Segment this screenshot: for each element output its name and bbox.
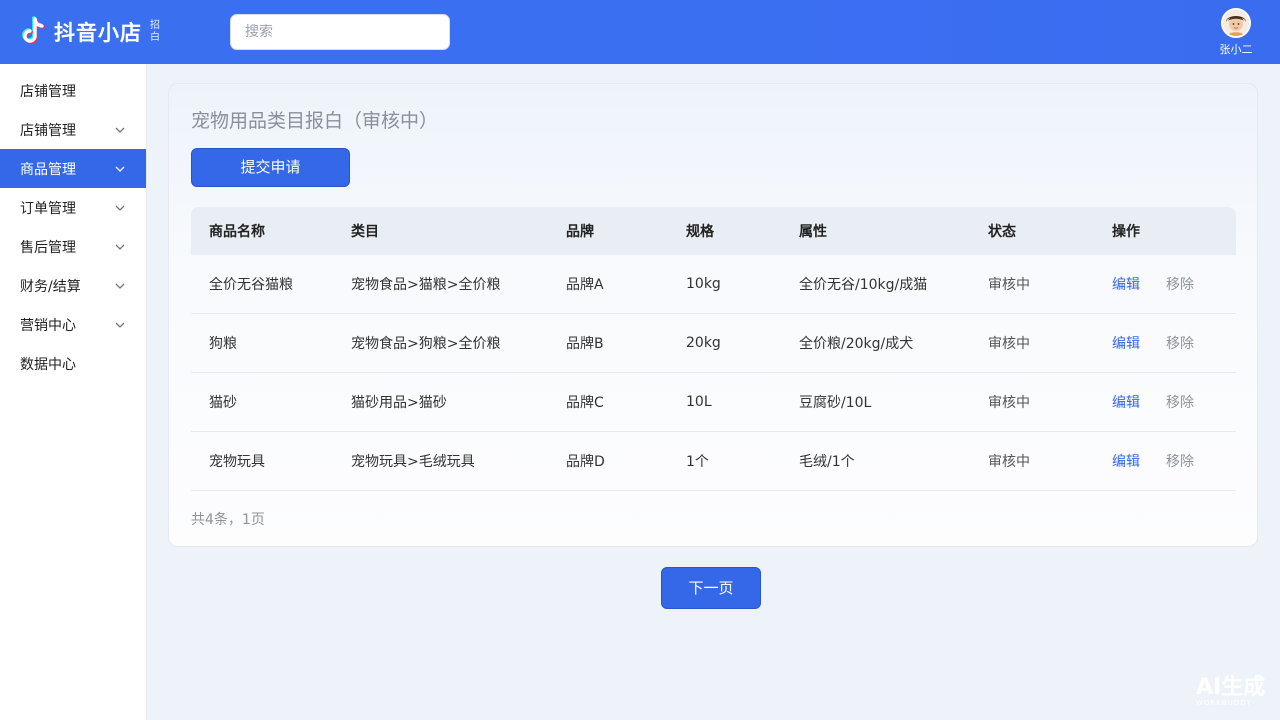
chevron-down-icon (114, 280, 126, 292)
table-row: 宠物玩具 宠物玩具>毛绒玩具 品牌D 1个 毛绒/1个 审核中 编辑 移除 (191, 432, 1236, 491)
sidebar-item-label: 数据中心 (20, 356, 76, 373)
pagination-summary: 共4条，1页 (191, 512, 265, 528)
chevron-down-icon (114, 202, 126, 214)
page-title: 宠物用品类目报白（审核中） (191, 110, 439, 132)
edit-link[interactable]: 编辑 (1112, 255, 1140, 313)
sidebar-item-label: 商品管理 (20, 161, 76, 178)
sidebar-item-label: 店铺管理 (20, 83, 76, 100)
remove-link[interactable]: 移除 (1166, 432, 1194, 490)
edit-link[interactable]: 编辑 (1112, 432, 1140, 490)
submit-application-button[interactable]: 提交申请 (191, 148, 350, 187)
app-subtitle: 招白 (150, 20, 160, 43)
column-header: 操作 (1112, 224, 1140, 240)
watermark-sub: WORKBUDDY (1196, 699, 1252, 707)
chevron-down-icon (114, 124, 126, 136)
watermark-main: AI生成 (1196, 675, 1266, 700)
product-category: 宠物玩具>毛绒玩具 (351, 454, 475, 470)
product-brand: 品牌A (566, 277, 604, 293)
status-badge: 审核中 (988, 336, 1030, 352)
sidebar: 店铺管理 店铺管理 商品管理 订单管理 售后管理 财务/结算 营销中心 数据中心 (0, 64, 147, 720)
edit-link[interactable]: 编辑 (1112, 373, 1140, 431)
remove-link[interactable]: 移除 (1166, 255, 1194, 313)
douyin-logo-icon (20, 16, 48, 48)
product-table: 商品名称 类目 品牌 规格 属性 状态 操作 全价无谷猫粮 宠物食品>猫粮>全价… (191, 207, 1236, 491)
product-spec: 10L (686, 394, 712, 410)
product-attributes: 全价粮/20kg/成犬 (799, 336, 914, 352)
column-header: 商品名称 (209, 224, 265, 240)
sidebar-item-marketing[interactable]: 营销中心 (0, 305, 146, 344)
product-category: 猫砂用品>猫砂 (351, 395, 447, 411)
category-report-card: 宠物用品类目报白（审核中） 提交申请 商品名称 类目 品牌 规格 属性 状态 操… (168, 83, 1258, 547)
sidebar-item-label: 营销中心 (20, 317, 76, 334)
sidebar-item-order-management[interactable]: 订单管理 (0, 188, 146, 227)
edit-link[interactable]: 编辑 (1112, 314, 1140, 372)
product-brand: 品牌B (566, 336, 604, 352)
sidebar-item-product-management[interactable]: 商品管理 (0, 149, 146, 188)
product-name: 狗粮 (209, 336, 237, 352)
remove-link[interactable]: 移除 (1166, 314, 1194, 372)
sidebar-item-after-sales[interactable]: 售后管理 (0, 227, 146, 266)
product-category: 宠物食品>狗粮>全价粮 (351, 336, 501, 352)
sidebar-item-data-center[interactable]: 数据中心 (0, 344, 146, 383)
ai-generated-watermark: AI生成 WORKBUDDY (1196, 675, 1276, 708)
product-brand: 品牌D (566, 454, 605, 470)
product-spec: 20kg (686, 335, 721, 351)
status-badge: 审核中 (988, 454, 1030, 470)
chevron-down-icon (114, 241, 126, 253)
product-spec: 10kg (686, 276, 721, 292)
column-header: 属性 (799, 224, 827, 240)
table-row: 狗粮 宠物食品>狗粮>全价粮 品牌B 20kg 全价粮/20kg/成犬 审核中 … (191, 314, 1236, 373)
user-profile[interactable]: 张小二 (1210, 8, 1262, 60)
top-header: 抖音小店 招白 张小二 (0, 0, 1280, 64)
product-name: 全价无谷猫粮 (209, 277, 293, 293)
avatar[interactable] (1221, 8, 1251, 38)
user-name: 张小二 (1219, 43, 1253, 56)
product-name: 猫砂 (209, 395, 237, 411)
column-header: 品牌 (566, 224, 594, 240)
sidebar-item-label: 财务/结算 (20, 278, 81, 295)
sidebar-item-finance[interactable]: 财务/结算 (0, 266, 146, 305)
table-row: 全价无谷猫粮 宠物食品>猫粮>全价粮 品牌A 10kg 全价无谷/10kg/成猫… (191, 255, 1236, 314)
app-name: 抖音小店 (54, 21, 142, 45)
product-attributes: 毛绒/1个 (799, 454, 855, 470)
app-logo[interactable]: 抖音小店 招白 (20, 14, 162, 50)
product-name: 宠物玩具 (209, 454, 265, 470)
product-attributes: 豆腐砂/10L (799, 395, 872, 411)
column-header: 状态 (988, 224, 1016, 240)
product-category: 宠物食品>猫粮>全价粮 (351, 277, 501, 293)
chevron-down-icon (114, 163, 126, 175)
status-badge: 审核中 (988, 277, 1030, 293)
product-brand: 品牌C (566, 395, 604, 411)
column-header: 类目 (351, 224, 379, 240)
sidebar-item-label: 订单管理 (20, 200, 76, 217)
product-attributes: 全价无谷/10kg/成猫 (799, 277, 928, 293)
product-spec: 1个 (686, 454, 709, 470)
search-input[interactable] (230, 14, 450, 50)
chevron-down-icon (114, 319, 126, 331)
table-header: 商品名称 类目 品牌 规格 属性 状态 操作 (191, 207, 1236, 255)
sidebar-item-label: 店铺管理 (20, 122, 76, 139)
next-page-button[interactable]: 下一页 (661, 567, 761, 609)
remove-link[interactable]: 移除 (1166, 373, 1194, 431)
sidebar-item-store-management-2[interactable]: 店铺管理 (0, 110, 146, 149)
column-header: 规格 (686, 224, 714, 240)
sidebar-item-store-management[interactable]: 店铺管理 (0, 71, 146, 110)
sidebar-item-label: 售后管理 (20, 239, 76, 256)
table-row: 猫砂 猫砂用品>猫砂 品牌C 10L 豆腐砂/10L 审核中 编辑 移除 (191, 373, 1236, 432)
status-badge: 审核中 (988, 395, 1030, 411)
